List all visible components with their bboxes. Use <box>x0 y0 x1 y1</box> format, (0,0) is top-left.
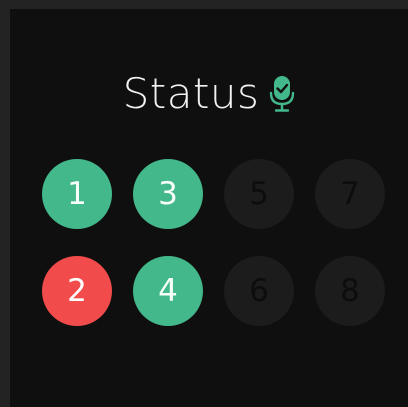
channel-indicator-6: 6 <box>224 256 294 326</box>
status-panel: Status 1 3 5 7 2 4 6 8 <box>10 9 408 407</box>
channel-indicator-1: 1 <box>42 159 112 229</box>
microphone-check-icon <box>269 75 295 113</box>
channel-indicator-7: 7 <box>315 159 385 229</box>
page-title: Status <box>122 69 260 118</box>
status-header: Status <box>10 69 408 119</box>
channel-indicator-2: 2 <box>42 256 112 326</box>
channel-indicator-8: 8 <box>315 256 385 326</box>
channel-indicator-4: 4 <box>133 256 203 326</box>
channel-indicator-5: 5 <box>224 159 294 229</box>
channel-indicator-3: 3 <box>133 159 203 229</box>
